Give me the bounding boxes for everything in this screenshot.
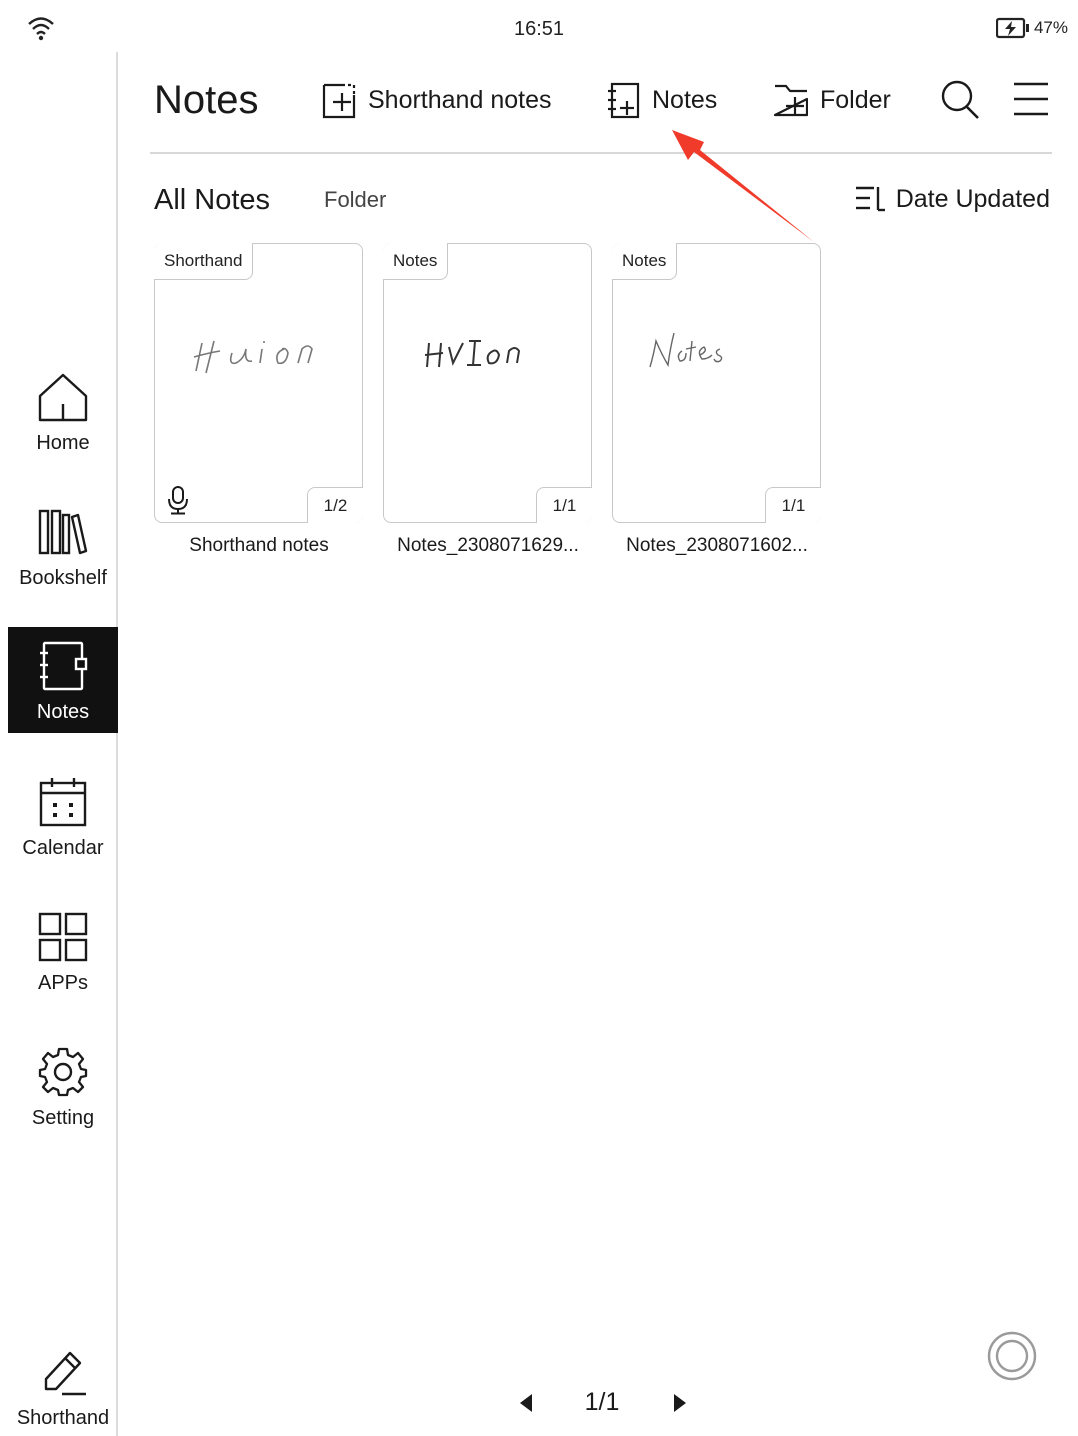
status-time: 16:51 xyxy=(513,18,565,40)
new-notes-button[interactable]: Notes xyxy=(606,78,717,122)
sidebar-item-label: Setting xyxy=(31,1107,95,1129)
new-folder-icon xyxy=(773,84,808,117)
page-count-badge: 1/1 xyxy=(536,487,592,523)
new-folder-button[interactable]: Folder xyxy=(772,78,891,122)
header-divider xyxy=(150,152,1052,154)
notebook-icon xyxy=(40,641,88,691)
sidebar-item-setting[interactable]: Setting xyxy=(8,1037,118,1143)
battery-charging-icon xyxy=(995,17,1029,39)
handwriting-preview xyxy=(193,340,313,374)
handwriting-preview xyxy=(424,340,521,368)
note-type-tag: Shorthand xyxy=(154,243,254,280)
sort-label: Date Updated xyxy=(895,184,1050,213)
page-count-badge: 1/1 xyxy=(765,487,821,523)
note-name: Notes_2308071602... xyxy=(626,535,808,556)
handwriting-preview xyxy=(649,332,723,368)
sidebar-item-bookshelf[interactable]: Bookshelf xyxy=(8,497,118,603)
sidebar-item-label: Shorthand xyxy=(16,1407,110,1429)
sidebar-item-label: Bookshelf xyxy=(19,567,107,589)
new-notebook-icon xyxy=(608,82,640,119)
note-name: Shorthand notes xyxy=(189,535,329,556)
search-icon[interactable] xyxy=(940,78,980,120)
tab-all-notes[interactable]: All Notes xyxy=(154,184,270,217)
shorthand-button[interactable]: Shorthand xyxy=(8,1337,118,1436)
microphone-icon xyxy=(168,486,188,515)
card-frame xyxy=(383,243,592,523)
note-type-tag: Notes xyxy=(383,243,449,280)
page-indicator: 1/1 xyxy=(584,1388,620,1416)
battery-indicator: 47% xyxy=(995,17,1068,39)
sidebar-item-label: Notes xyxy=(36,701,90,723)
calendar-icon xyxy=(39,778,87,827)
sidebar-item-label: Calendar xyxy=(22,837,104,859)
sidebar: Home Bookshelf Notes Calendar APPs Setti… xyxy=(8,52,118,1436)
note-card[interactable]: Shorthand 1/2 xyxy=(154,243,363,523)
floating-ball-icon[interactable] xyxy=(987,1331,1037,1381)
sort-button[interactable]: Date Updated xyxy=(854,184,1050,214)
home-icon xyxy=(38,373,88,422)
pen-icon xyxy=(44,1351,86,1396)
bookshelf-icon xyxy=(38,509,88,555)
sidebar-item-home[interactable]: Home xyxy=(8,362,118,468)
sidebar-item-notes[interactable]: Notes xyxy=(8,627,118,733)
sidebar-item-apps[interactable]: APPs xyxy=(8,902,118,1008)
gear-icon xyxy=(38,1047,88,1097)
next-page-icon[interactable] xyxy=(670,1392,690,1414)
sort-icon xyxy=(855,186,885,212)
status-bar: 16:51 47% xyxy=(0,0,1078,50)
sidebar-item-label: Home xyxy=(36,432,90,454)
note-card[interactable]: Notes 1/1 xyxy=(612,243,821,523)
card-frame xyxy=(612,243,821,523)
page-count-badge: 1/2 xyxy=(307,487,363,523)
new-notes-label: Notes xyxy=(652,85,718,114)
sidebar-item-label: APPs xyxy=(37,972,89,994)
battery-percent: 47% xyxy=(1033,18,1068,37)
tab-folder[interactable]: Folder xyxy=(324,187,386,213)
note-card[interactable]: Notes 1/1 xyxy=(383,243,592,523)
new-shorthand-notes-label: Shorthand notes xyxy=(368,85,552,114)
card-frame xyxy=(154,243,363,523)
apps-grid-icon xyxy=(38,912,88,962)
new-shorthand-icon xyxy=(322,83,356,119)
new-shorthand-notes-button[interactable]: Shorthand notes xyxy=(322,78,551,122)
note-name: Notes_2308071629... xyxy=(397,535,579,556)
new-folder-label: Folder xyxy=(820,85,891,114)
page-title: Notes xyxy=(154,78,259,122)
previous-page-icon[interactable] xyxy=(516,1392,536,1414)
note-type-tag: Notes xyxy=(612,243,678,280)
sidebar-item-calendar[interactable]: Calendar xyxy=(8,767,118,873)
menu-icon[interactable] xyxy=(1012,78,1052,120)
